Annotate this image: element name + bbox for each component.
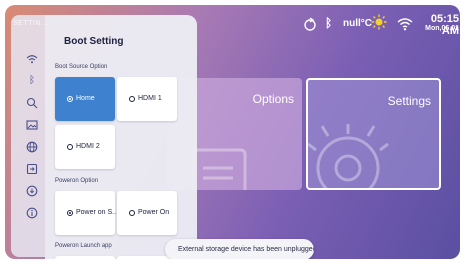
clock-date: Mon,06.01 [425, 25, 459, 32]
globe-icon[interactable] [26, 141, 38, 153]
poweron-option-label: Poweron Option [55, 178, 99, 184]
poweron-standby-option[interactable]: Power on S.. [55, 191, 117, 235]
boot-source-hdmi1-option[interactable]: HDMI 1 [117, 77, 177, 121]
radio-unselected-icon [129, 96, 135, 102]
panel-title: Boot Setting [64, 36, 124, 47]
sync-icon [304, 17, 316, 31]
option-label: Home [76, 95, 95, 102]
info-icon[interactable] [26, 207, 38, 219]
bluetooth-icon: ᛒ [325, 16, 333, 30]
wifi-status-icon [397, 18, 413, 31]
settings-card[interactable]: Settings [306, 78, 441, 190]
wifi-icon[interactable] [26, 53, 38, 65]
settings-rail-title: SETTIN... [13, 20, 49, 27]
display-icon[interactable] [26, 97, 38, 109]
gear-icon [308, 124, 389, 188]
tv-home-screen: ᛒ null°C 05:15 AM Mon,06.01 Options Sett… [5, 5, 460, 259]
poweron-on-option[interactable]: Power On [117, 191, 177, 235]
options-card-label: Options [252, 92, 294, 106]
option-label: HDMI 1 [138, 95, 162, 102]
picture-icon[interactable] [26, 119, 38, 131]
usb-unplugged-toast: External storage device has been unplugg… [165, 239, 314, 259]
radio-unselected-icon [67, 144, 73, 150]
radio-selected-icon [67, 210, 73, 216]
option-label: Power On [138, 209, 170, 216]
launch-app-option[interactable] [55, 256, 115, 259]
boot-source-home-option[interactable]: Home [55, 77, 115, 121]
boot-source-label: Boot Source Option [55, 64, 108, 70]
boot-source-hdmi2-option[interactable]: HDMI 2 [55, 125, 115, 169]
radio-selected-icon [67, 96, 73, 102]
temperature-value: null°C [343, 18, 372, 29]
bluetooth-icon[interactable]: ᛒ [26, 75, 38, 87]
radio-unselected-icon [129, 210, 135, 216]
option-label: Power on S.. [76, 209, 117, 216]
settings-side-rail: ᛒ [11, 15, 45, 257]
boot-setting-panel: Boot Setting Boot Source Option Home HDM… [45, 15, 197, 259]
option-label: HDMI 2 [76, 143, 100, 150]
sun-icon [371, 14, 387, 30]
update-icon[interactable] [26, 185, 38, 197]
input-source-icon[interactable] [26, 163, 38, 175]
poweron-launch-app-label: Poweron Launch app [55, 243, 112, 249]
settings-card-label: Settings [387, 94, 431, 108]
